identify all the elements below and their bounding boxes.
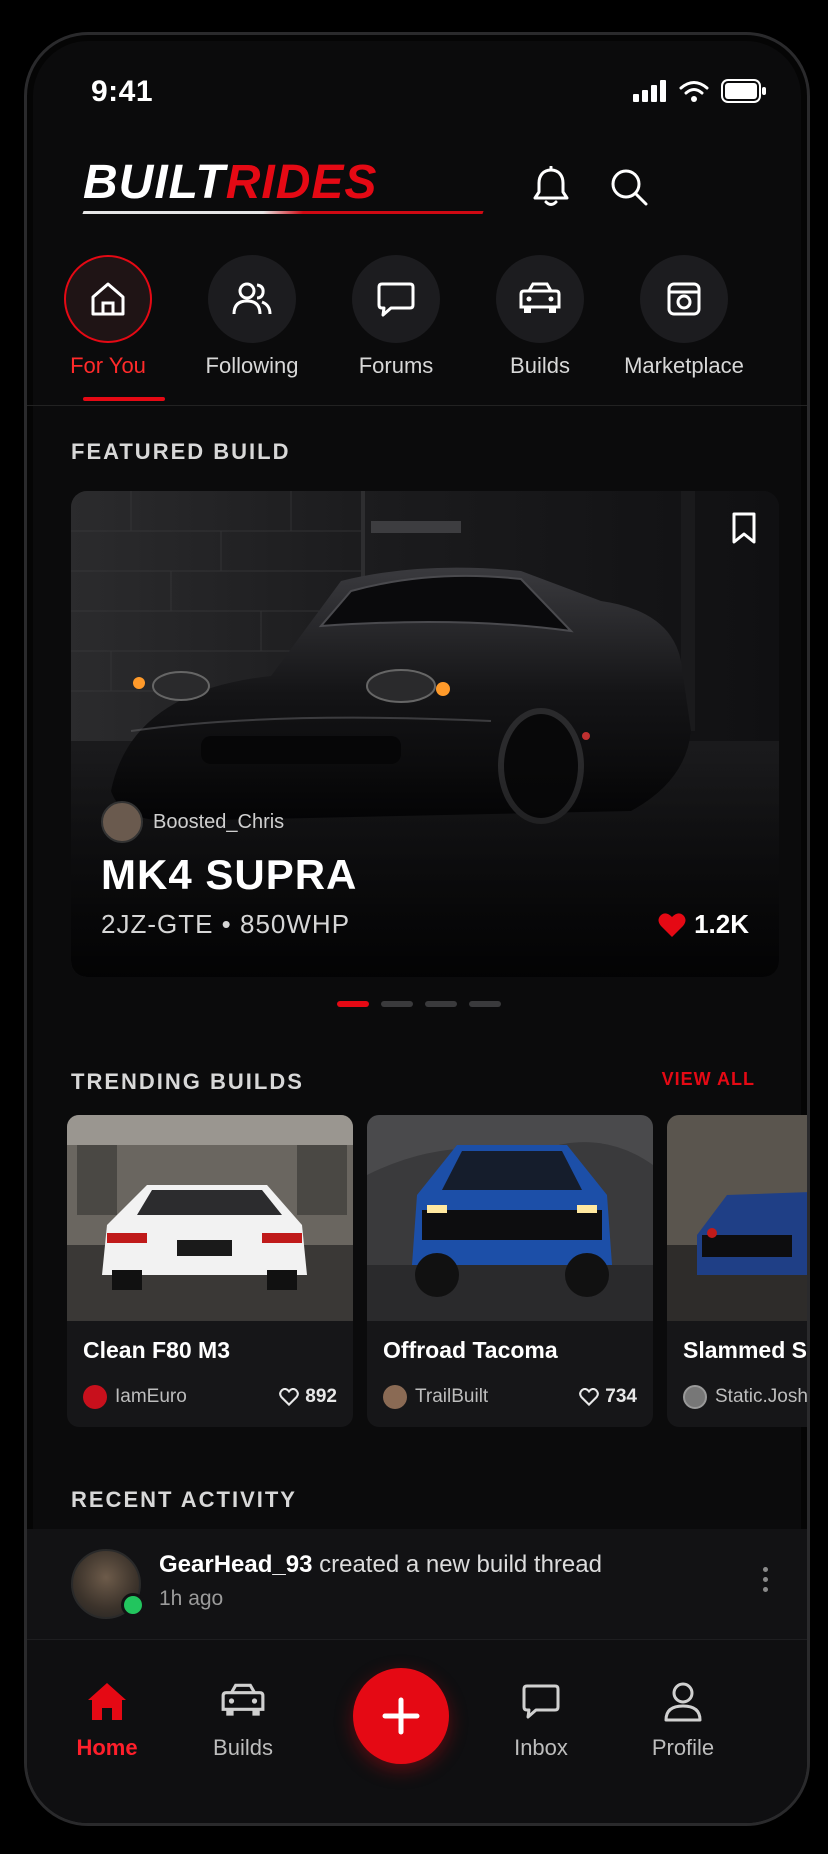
featured-build-card[interactable]: Boosted_Chris MK4 SUPRA 2JZ-GTE • 850WHP… [71, 491, 779, 977]
activity-time: 1h ago [159, 1587, 224, 1610]
trending-card[interactable]: Clean F80 M3 IamEuro 892 [67, 1115, 353, 1427]
home-icon [91, 282, 125, 316]
nav-home[interactable]: Home [47, 1680, 167, 1761]
activity-item[interactable]: GearHead_93 created a new build thread 1… [27, 1529, 807, 1641]
nav-label: Profile [651, 1735, 715, 1760]
card-author[interactable]: Static.Josh [683, 1385, 808, 1409]
active-tab-indicator [83, 397, 165, 401]
more-options-icon[interactable] [763, 1567, 769, 1592]
car-icon [221, 1683, 265, 1716]
author-name: IamEuro [115, 1386, 187, 1407]
tab-label: Following [205, 353, 299, 378]
heart-outline-icon [279, 1388, 300, 1406]
likes-count: 1.2K [694, 909, 749, 939]
search-icon [611, 169, 648, 206]
nav-label: Inbox [514, 1735, 568, 1760]
featured-car-image [71, 491, 779, 977]
logo-underline [82, 211, 484, 214]
activity-text: GearHead_93 created a new build thread [159, 1551, 602, 1579]
author-name: TrailBuilt [415, 1386, 489, 1407]
featured-likes[interactable]: 1.2K [658, 909, 749, 940]
author-name: Boosted_Chris [153, 810, 285, 833]
heart-outline-icon [579, 1388, 600, 1406]
car-image [667, 1115, 807, 1321]
author-avatar [683, 1385, 707, 1409]
car-image [67, 1115, 353, 1321]
tab-label: Marketplace [624, 353, 744, 378]
plus-icon [382, 1697, 420, 1735]
carousel-dot[interactable] [381, 1001, 413, 1007]
activity-user[interactable]: GearHead_93 [159, 1551, 312, 1578]
store-icon [667, 282, 701, 316]
nav-builds[interactable]: Builds [183, 1680, 303, 1761]
featured-section-title: FEATURED BUILD [71, 439, 291, 464]
featured-specs: 2JZ-GTE • 850WHP [101, 909, 351, 939]
signal-icon [633, 80, 666, 102]
phone-frame: 9:41 BUILTRIDES For You Following Forums… [24, 32, 810, 1826]
author-avatar [101, 801, 143, 843]
carousel-dots [337, 1001, 501, 1007]
card-author[interactable]: IamEuro [83, 1385, 187, 1409]
carousel-dot[interactable] [469, 1001, 501, 1007]
app-logo[interactable]: BUILTRIDES [83, 155, 377, 210]
bottom-nav: Home Builds Inbox Profile [27, 1639, 807, 1823]
home-filled-icon [88, 1683, 126, 1720]
profile-icon [664, 1682, 702, 1722]
trending-card[interactable]: Slammed S1 Static.Josh [667, 1115, 810, 1427]
trending-section-title: TRENDING BUILDS [71, 1069, 304, 1094]
online-indicator [121, 1593, 145, 1617]
users-icon [232, 282, 272, 315]
tab-following[interactable]: Following [187, 255, 317, 379]
nav-label: Builds [213, 1735, 273, 1760]
chat-icon [522, 1684, 560, 1719]
nav-inbox[interactable]: Inbox [481, 1680, 601, 1761]
car-image [367, 1115, 653, 1321]
nav-profile[interactable]: Profile [623, 1680, 743, 1761]
card-likes[interactable]: 734 [579, 1386, 637, 1408]
logo-built: BUILT [83, 156, 226, 209]
search-button[interactable] [601, 159, 657, 215]
activity-action: created a new build thread [319, 1551, 602, 1578]
tab-builds[interactable]: Builds [475, 255, 605, 379]
author-name: Static.Josh [715, 1386, 808, 1407]
tab-for-you[interactable]: For You [43, 255, 173, 379]
view-all-link[interactable]: VIEW ALL [662, 1069, 755, 1090]
battery-icon [721, 79, 766, 103]
divider [27, 405, 807, 406]
bell-icon [533, 166, 569, 206]
card-title: Slammed S1 [683, 1337, 810, 1363]
card-likes[interactable]: 892 [279, 1386, 337, 1408]
notifications-button[interactable] [523, 159, 579, 215]
create-post-button[interactable] [353, 1668, 449, 1764]
trending-card[interactable]: Offroad Tacoma TrailBuilt 734 [367, 1115, 653, 1427]
tab-label: Builds [510, 353, 570, 378]
wifi-icon [679, 81, 709, 102]
logo-rides: RIDES [225, 156, 378, 209]
tab-marketplace[interactable]: Marketplace [619, 255, 749, 379]
heart-filled-icon [658, 912, 686, 937]
card-title: Offroad Tacoma [383, 1337, 558, 1363]
status-icons [633, 79, 767, 103]
tab-label: Forums [358, 353, 434, 378]
tab-forums[interactable]: Forums [331, 255, 461, 379]
bookmark-icon[interactable] [729, 511, 759, 545]
card-author[interactable]: TrailBuilt [383, 1385, 488, 1409]
carousel-dot[interactable] [337, 1001, 369, 1007]
featured-title: MK4 SUPRA [101, 851, 358, 898]
tab-label: For You [70, 353, 146, 378]
status-time: 9:41 [91, 75, 154, 108]
activity-section-title: RECENT ACTIVITY [71, 1487, 297, 1512]
author-avatar [83, 1385, 107, 1409]
card-title: Clean F80 M3 [83, 1337, 230, 1363]
likes-count: 734 [605, 1386, 637, 1407]
chat-icon [377, 282, 415, 317]
nav-label: Home [76, 1735, 138, 1760]
author-avatar [383, 1385, 407, 1409]
featured-author[interactable]: Boosted_Chris [101, 801, 284, 843]
likes-count: 892 [305, 1386, 337, 1407]
car-icon [519, 282, 561, 313]
carousel-dot[interactable] [425, 1001, 457, 1007]
